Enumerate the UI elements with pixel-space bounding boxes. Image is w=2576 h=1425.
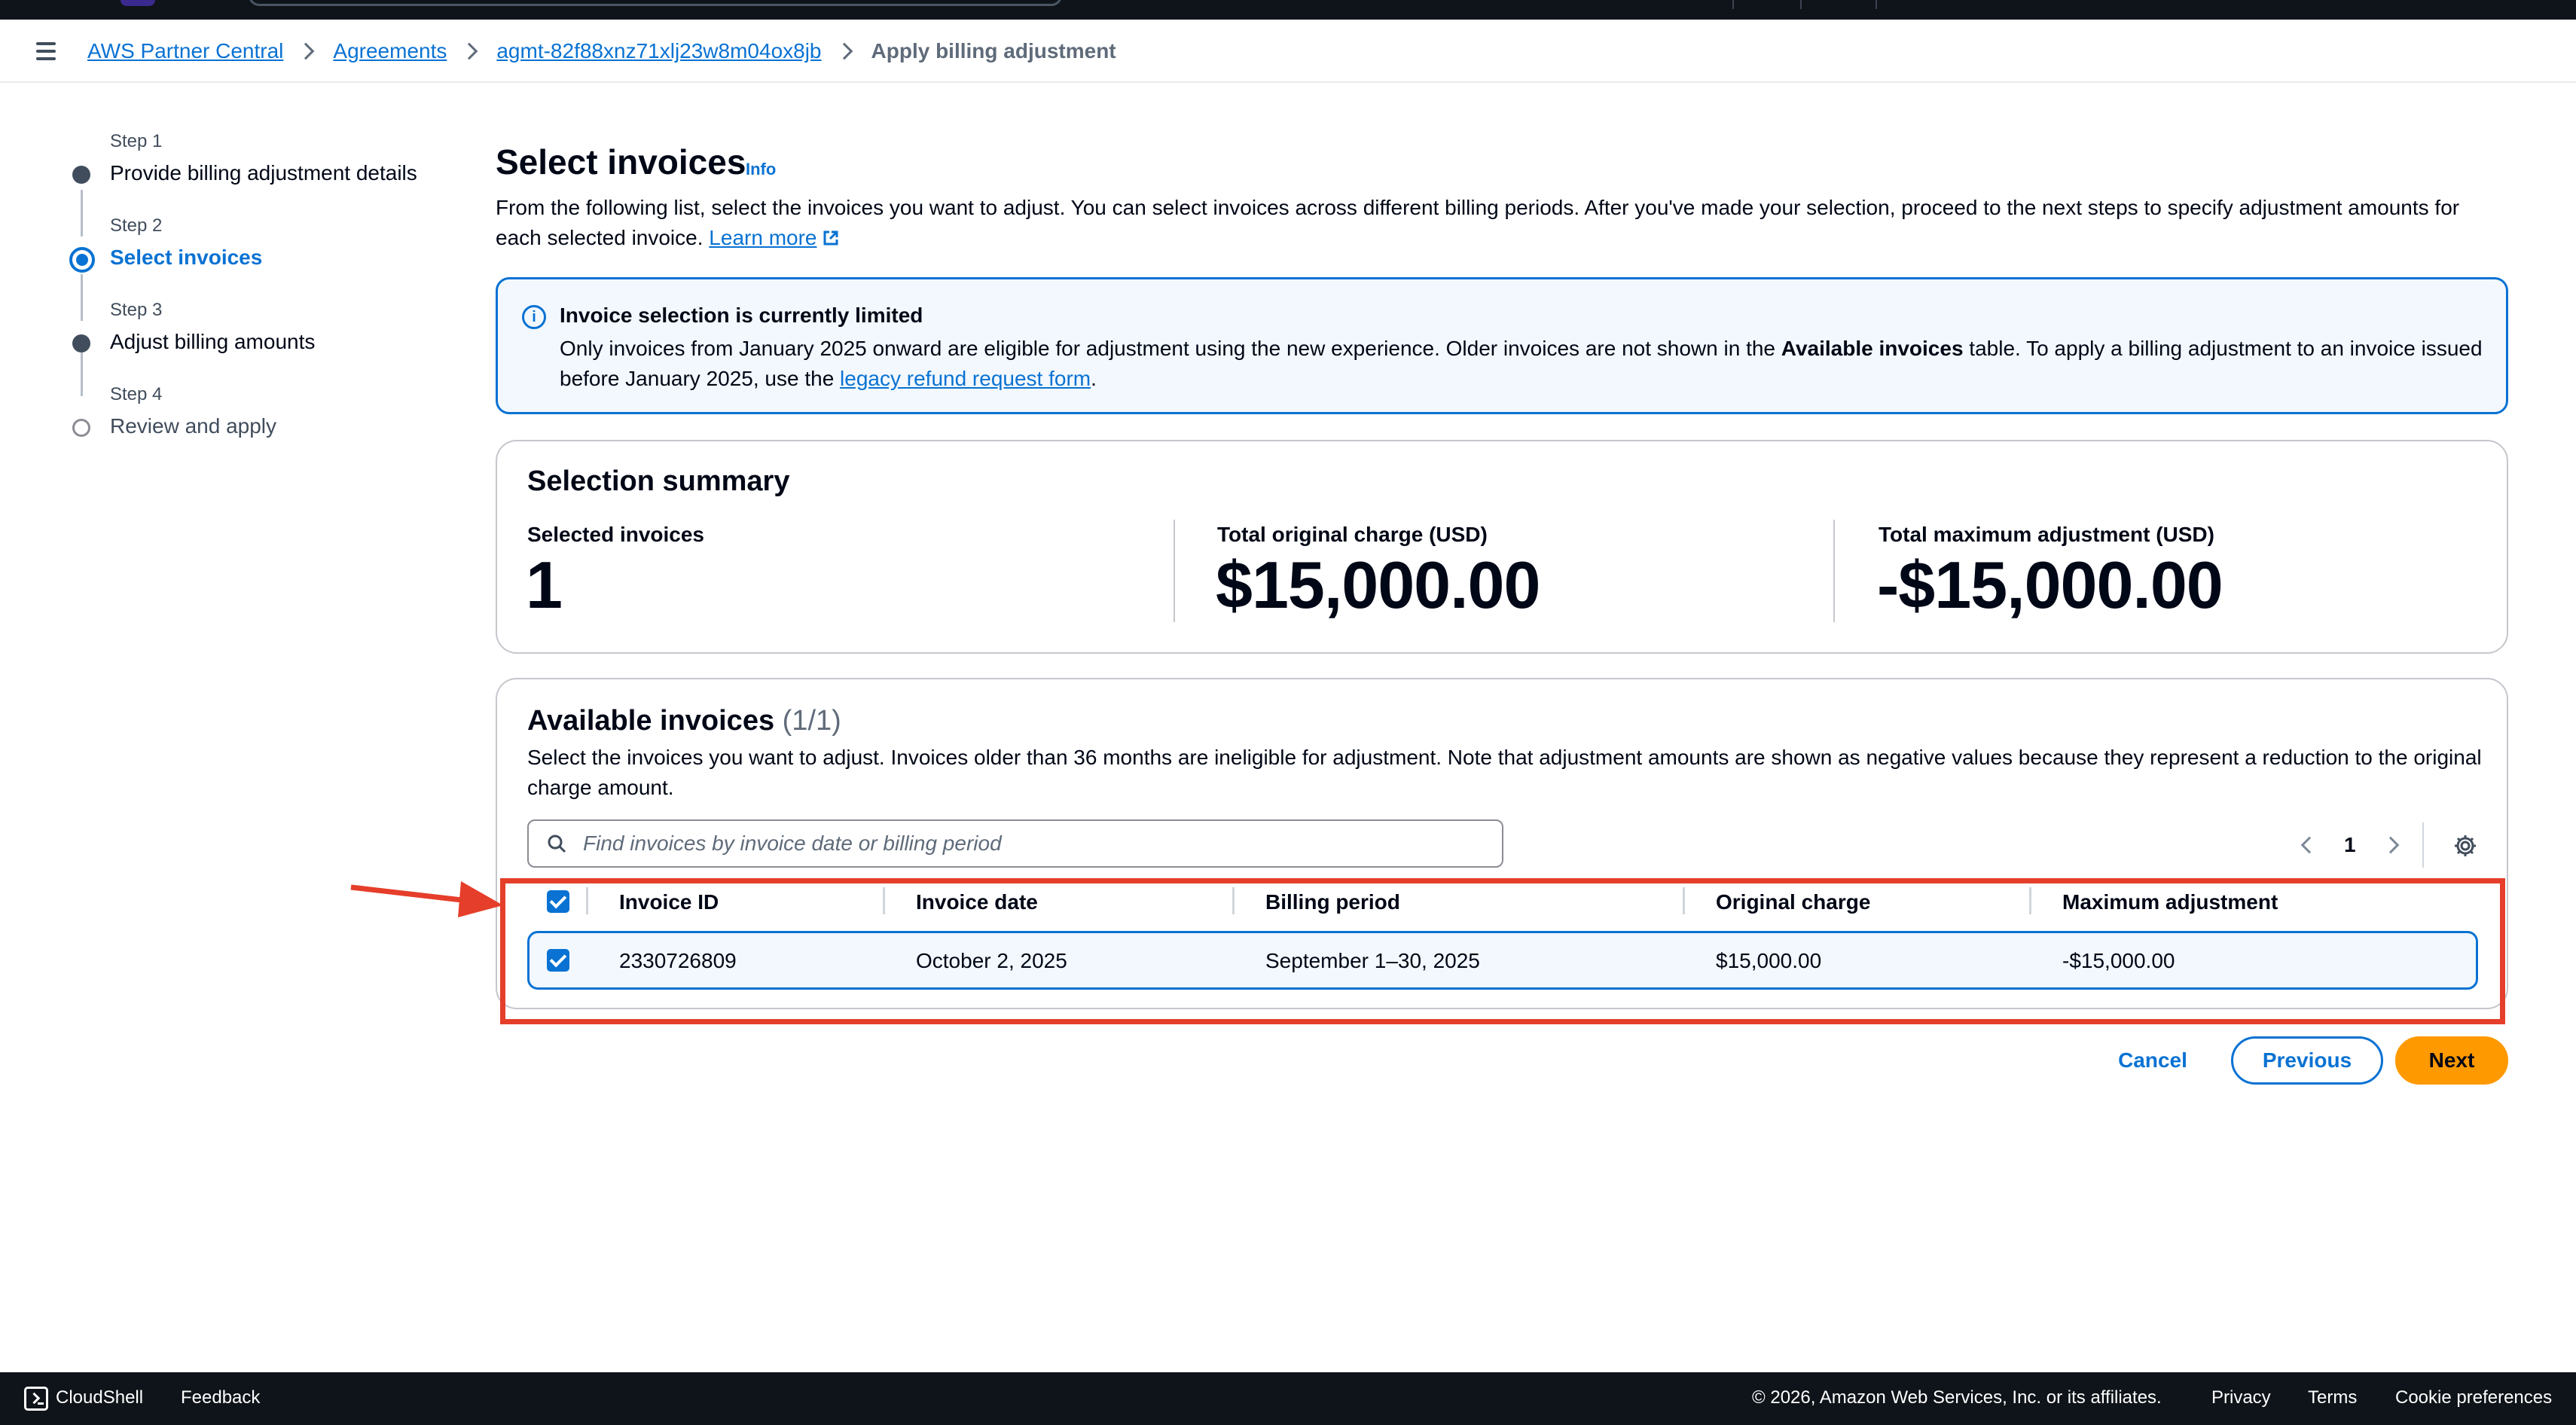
page-title: Select invoices — [496, 142, 746, 182]
pagination-divider — [2422, 822, 2424, 868]
menu-icon[interactable] — [33, 41, 59, 62]
feedback-link[interactable]: Feedback — [181, 1387, 260, 1408]
previous-button[interactable]: Previous — [2231, 1036, 2383, 1085]
column-divider — [1833, 520, 1835, 622]
cloudshell-link[interactable]: CloudShell — [56, 1387, 143, 1408]
step-number: Step 1 — [110, 131, 163, 151]
available-invoices-description: Select the invoices you want to adjust. … — [527, 746, 2482, 799]
pagination: 1 — [2290, 822, 2501, 868]
learn-more-label: Learn more — [709, 226, 817, 249]
selection-summary-title: Selection summary — [527, 465, 790, 497]
step-number: Step 2 — [110, 215, 163, 236]
learn-more-link[interactable]: Learn more — [709, 226, 839, 249]
selection-summary-container: Selection summary Selected invoices 1 To… — [496, 440, 2508, 654]
search-input[interactable] — [583, 827, 1487, 860]
global-search-bar[interactable] — [249, 0, 1062, 6]
breadcrumb-agreement-id[interactable]: agmt-82f88xnz71xlj23w8m04ox8jb — [496, 39, 821, 63]
breadcrumb: AWS Partner Central Agreements agmt-82f8… — [87, 36, 1116, 66]
selected-invoices-value: 1 — [526, 548, 563, 622]
step-connector — [81, 190, 83, 236]
step-label: Adjust billing amounts — [110, 330, 316, 353]
step-completed-dot — [72, 166, 90, 184]
total-maximum-adjustment-label: Total maximum adjustment (USD) — [1879, 523, 2214, 546]
external-link-icon — [823, 224, 839, 246]
nav-divider — [1732, 0, 1734, 9]
total-original-charge-label: Total original charge (USD) — [1217, 523, 1488, 546]
step-active-dot — [69, 247, 95, 273]
chevron-right-icon — [835, 42, 853, 60]
available-invoices-header: Available invoices (1/1) — [527, 705, 841, 737]
total-maximum-adjustment-value: -$15,000.00 — [1877, 548, 2223, 622]
breadcrumb-agreements[interactable]: Agreements — [333, 39, 447, 63]
alert-text-bold: Available invoices — [1781, 337, 1964, 360]
step-label: Provide billing adjustment details — [110, 161, 417, 185]
invoice-search-field[interactable] — [527, 819, 1503, 868]
privacy-link[interactable]: Privacy — [2211, 1387, 2271, 1408]
step-number: Step 4 — [110, 384, 163, 404]
breadcrumb-partner-central[interactable]: AWS Partner Central — [87, 39, 283, 63]
chevron-right-icon — [298, 42, 315, 60]
chevron-left-icon[interactable] — [2300, 836, 2318, 854]
chevron-right-icon[interactable] — [2382, 836, 2400, 854]
next-button[interactable]: Next — [2395, 1036, 2508, 1085]
total-original-charge-value: $15,000.00 — [1216, 548, 1540, 622]
nav-divider — [1876, 0, 1877, 9]
console-footer: CloudShell Feedback © 2026, Amazon Web S… — [0, 1372, 2576, 1425]
annotation-highlight-box — [500, 878, 2505, 1024]
alert-text-part: Only invoices from January 2025 onward a… — [560, 337, 1781, 360]
cloudshell-icon[interactable] — [24, 1387, 48, 1411]
step-label: Select invoices — [110, 246, 263, 269]
alert-text-part: . — [1091, 367, 1097, 390]
page-description: From the following list, select the invo… — [496, 193, 2499, 253]
alert-text: Only invoices from January 2025 onward a… — [560, 334, 2488, 394]
step-label: Review and apply — [110, 414, 277, 438]
alert-title: Invoice selection is currently limited — [560, 304, 923, 327]
step-connector — [81, 349, 83, 396]
step-connector — [81, 274, 83, 321]
available-invoices-title: Available invoices — [527, 705, 775, 737]
column-divider — [1174, 520, 1175, 622]
step-number: Step 3 — [110, 300, 163, 320]
selected-invoices-label: Selected invoices — [527, 523, 705, 546]
breadcrumb-bar: AWS Partner Central Agreements agmt-82f8… — [0, 20, 2576, 83]
page-number[interactable]: 1 — [2344, 833, 2356, 857]
terms-link[interactable]: Terms — [2308, 1387, 2357, 1408]
top-navigation-bar — [0, 0, 2576, 20]
nav-divider — [1800, 0, 1802, 9]
step-completed-dot — [72, 334, 90, 352]
info-link[interactable]: Info — [746, 160, 776, 179]
cookie-preferences-link[interactable]: Cookie preferences — [2395, 1387, 2552, 1408]
settings-gear-icon[interactable] — [2452, 833, 2478, 859]
breadcrumb-current: Apply billing adjustment — [871, 39, 1116, 63]
app-logo[interactable] — [121, 0, 155, 6]
legacy-refund-form-link[interactable]: legacy refund request form — [840, 367, 1091, 390]
info-circle-icon: i — [522, 305, 546, 329]
copyright-text: © 2026, Amazon Web Services, Inc. or its… — [1752, 1387, 2162, 1408]
invoice-count: (1/1) — [782, 705, 841, 737]
chevron-right-icon — [461, 42, 478, 60]
annotation-arrow — [350, 881, 503, 917]
info-alert-container: i Invoice selection is currently limited… — [496, 277, 2508, 414]
step-pending-dot — [72, 419, 90, 437]
search-icon — [548, 835, 566, 853]
cancel-button[interactable]: Cancel — [2101, 1036, 2204, 1085]
